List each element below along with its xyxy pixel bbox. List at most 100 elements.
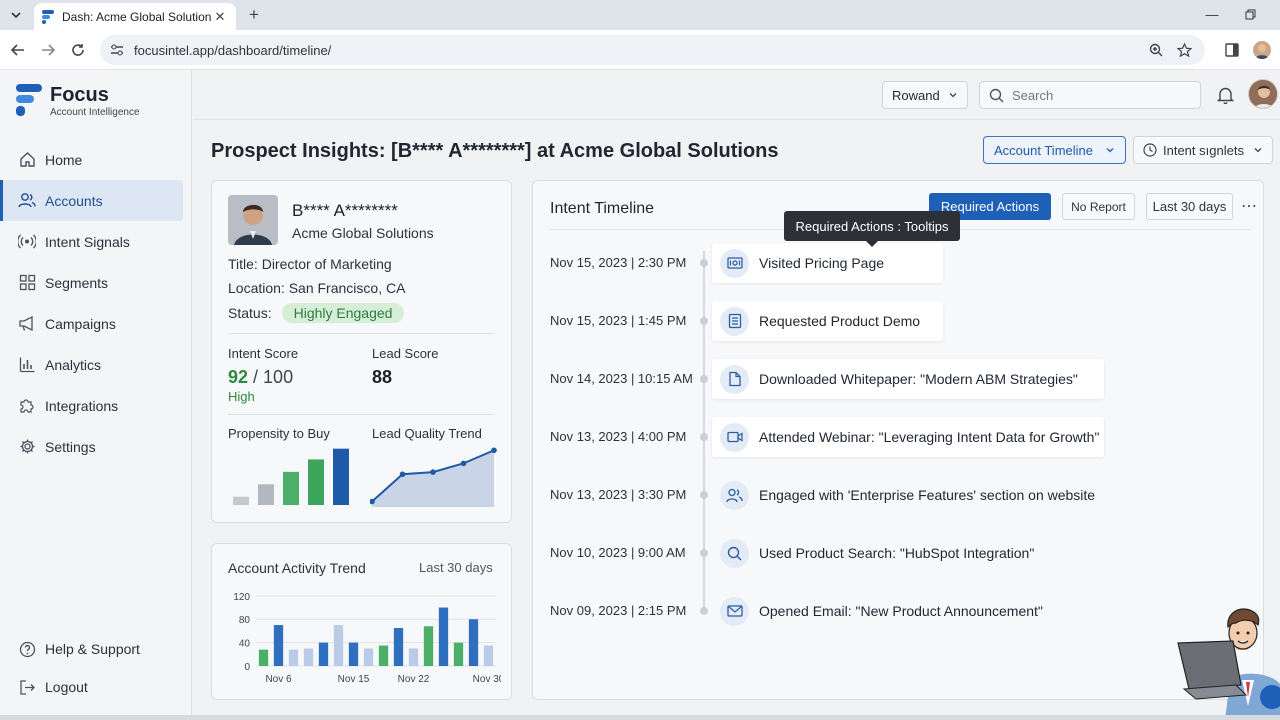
timeline-event[interactable]: Nov 13, 2023 | 4:00 PM Attended Webinar: … [533, 417, 1265, 457]
sidebar-item-label: Segments [45, 274, 109, 291]
search-input[interactable]: Search [979, 81, 1201, 109]
date-range-button[interactable]: Last 30 days [1146, 193, 1233, 220]
activity-bar [288, 649, 299, 666]
event-label: Opened Email: "New Product Announcement" [759, 603, 1043, 619]
event-label: Visited Pricing Page [759, 255, 885, 271]
event-card[interactable]: Engaged with 'Enterprise Features' secti… [712, 475, 1103, 515]
sidebar-item-label: Logout [45, 679, 88, 695]
propensity-bar [333, 448, 349, 505]
timeline-dot [700, 549, 708, 557]
activity-bar [483, 645, 494, 666]
activity-bar [273, 625, 284, 666]
address-bar[interactable]: focusintel.app/dashboard/timeline/ [100, 35, 1205, 65]
browser-profile-avatar[interactable] [1253, 41, 1271, 59]
help-icon [18, 640, 36, 658]
y-tick-label: 80 [239, 615, 251, 626]
timeline-dot [700, 259, 708, 267]
chevron-down-icon [1254, 148, 1262, 153]
activity-chart: 0 40 80 120 Nov 6 Nov 15 Nov 22 Nov 30 [233, 592, 501, 685]
side-panel-button[interactable] [1222, 40, 1242, 60]
sidebar-item-campaigns[interactable]: Campaigns [0, 303, 192, 344]
site-settings-icon[interactable] [110, 44, 124, 56]
bell-icon [1216, 87, 1234, 104]
search-placeholder: Search [1012, 87, 1054, 103]
activity-bar [318, 642, 329, 666]
new-tab-button[interactable]: + [244, 5, 264, 25]
sidebar-item-label: Help & Support [45, 641, 140, 657]
bookmark-star-icon[interactable] [1173, 39, 1195, 61]
pricing-icon [720, 248, 749, 278]
document-list-icon [720, 306, 749, 336]
restore-button[interactable] [1233, 4, 1267, 24]
notifications-button[interactable] [1215, 85, 1235, 105]
event-date: Nov 14, 2023 | 10:15 AM [550, 371, 693, 386]
bottom-strip [0, 715, 1280, 720]
zoom-icon[interactable] [1145, 39, 1167, 61]
activity-bar [408, 648, 419, 666]
event-card[interactable]: Opened Email: "New Product Announcement" [712, 591, 1051, 631]
activity-bar [333, 625, 344, 666]
event-card[interactable]: Downloaded Whitepaper: "Modern ABM Strat… [712, 359, 1104, 399]
no-report-button[interactable]: No Report [1062, 193, 1135, 220]
timeline-event[interactable]: Nov 09, 2023 | 2:15 PM Opened Email: "New… [533, 591, 1265, 631]
intent-score-value: 92 / 100 [228, 367, 293, 388]
reload-button[interactable] [68, 40, 88, 60]
prospect-company: Acme Global Solutions [292, 225, 434, 241]
users-icon [720, 480, 749, 510]
arrow-right-icon [42, 44, 55, 56]
timeline-event[interactable]: Nov 15, 2023 | 2:30 PM Visited Pricing Pa… [533, 243, 1265, 283]
sidebar-item-analytics[interactable]: Analytics [0, 344, 192, 385]
sidebar-item-label: Home [45, 151, 83, 168]
event-card[interactable]: Used Product Search: "HubSpot Integratio… [712, 533, 1042, 573]
user-dropdown[interactable]: Rowand [882, 81, 968, 109]
sidebar-item-label: Analytics [45, 356, 102, 373]
sidebar-item-help[interactable]: Help & Support [0, 630, 192, 668]
event-card[interactable]: Attended Webinar: "Leveraging Intent Dat… [712, 417, 1104, 457]
y-tick-label: 40 [239, 639, 251, 650]
sidebar-item-home[interactable]: Home [0, 139, 192, 180]
chevron-down-icon [11, 12, 21, 19]
intent-level: High [228, 389, 255, 404]
event-card[interactable]: Visited Pricing Page [712, 243, 943, 283]
trend-point [460, 460, 467, 467]
focus-favicon-icon [42, 9, 54, 24]
event-date: Nov 13, 2023 | 3:30 PM [550, 487, 687, 502]
prospect-name: B**** A******** [292, 201, 398, 220]
sidebar-item-segments[interactable]: Segments [0, 262, 192, 303]
sidebar-item-logout[interactable]: Logout [0, 668, 192, 706]
browser-tab[interactable]: Dash: Acme Global Solutions ✕ [34, 3, 236, 30]
brand[interactable]: Focus Account Intelligence [16, 84, 140, 118]
intent-dropdown-label: Intent sıgnlets [1163, 142, 1244, 158]
trend-point [399, 471, 406, 478]
timeline-event[interactable]: Nov 13, 2023 | 3:30 PM Engaged with 'Ente… [533, 475, 1265, 515]
event-card[interactable]: Requested Product Demo [712, 301, 943, 341]
tab-search-button[interactable] [6, 5, 26, 25]
event-date: Nov 13, 2023 | 4:00 PM [550, 429, 687, 444]
back-button[interactable] [8, 40, 28, 60]
sidebar-item-label: Integrations [45, 397, 119, 414]
avatar[interactable] [1248, 79, 1278, 109]
close-icon[interactable]: ✕ [212, 9, 228, 25]
more-options-icon[interactable]: ⋯ [1239, 196, 1259, 216]
account-timeline-dropdown[interactable]: Account Timeline [983, 136, 1126, 164]
timeline-event[interactable]: Nov 14, 2023 | 10:15 AM Downloaded Whitep… [533, 359, 1265, 399]
intent-timeline-card: Intent Timeline Required Actions No Repo… [532, 180, 1264, 700]
sidebar-nav: Home Accounts Intent Signals Segments Ca… [0, 139, 192, 467]
puzzle-icon [18, 397, 36, 415]
presenter-mascot-illustration [1177, 608, 1280, 720]
sidebar-item-settings[interactable]: Settings [0, 426, 192, 467]
sidebar-item-accounts[interactable]: Accounts [0, 180, 183, 221]
timeline-event[interactable]: Nov 15, 2023 | 1:45 PM Requested Product … [533, 301, 1265, 341]
minimize-button[interactable]: — [1195, 4, 1229, 24]
intent-signals-dropdown[interactable]: Intent sıgnlets [1133, 136, 1273, 164]
sidebar-item-integrations[interactable]: Integrations [0, 385, 192, 426]
timeline-dot [700, 491, 708, 499]
sidebar-item-intent-signals[interactable]: Intent Signals [0, 221, 192, 262]
browser-tabstrip: Dash: Acme Global Solutions ✕ + — [0, 0, 1280, 30]
timeline-event[interactable]: Nov 10, 2023 | 9:00 AM Used Product Searc… [533, 533, 1265, 573]
timeline-dot [700, 607, 708, 615]
forward-button[interactable] [38, 40, 58, 60]
arrow-left-icon [11, 44, 24, 56]
video-icon [720, 422, 749, 452]
activity-bar [348, 642, 359, 666]
